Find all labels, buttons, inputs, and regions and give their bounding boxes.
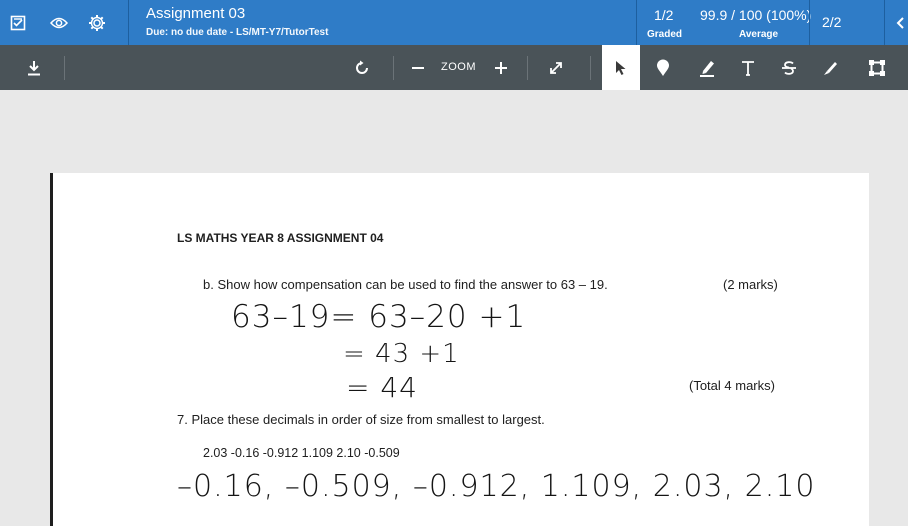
question-b-marks: (2 marks) (723, 277, 778, 292)
minus-icon (412, 66, 424, 69)
graded-count: 1/2 (654, 7, 674, 23)
pen-icon[interactable] (813, 45, 847, 90)
average-score: 99.9 / 100 (100%) (700, 7, 812, 23)
divider (128, 0, 129, 45)
assignment-due: Due: no due date - LS/MT-Y7/TutorTest (146, 27, 329, 38)
question-b: b. Show how compensation can be used to … (203, 277, 608, 292)
divider (636, 0, 637, 45)
divider (809, 0, 810, 45)
crop-icon[interactable] (860, 45, 894, 90)
annotation-toolbar: ZOOM (0, 45, 908, 90)
gear-icon[interactable] (82, 0, 112, 45)
handwritten-answer-line-1: 63–19= 63–20 +1 (231, 299, 527, 335)
total-marks: (Total 4 marks) (689, 378, 775, 393)
graded-label: Graded (647, 29, 683, 40)
handwritten-answer-line-2: = 43 +1 (343, 339, 460, 369)
strikethrough-icon[interactable] (772, 45, 806, 90)
expand-icon[interactable] (539, 45, 573, 90)
divider (64, 56, 65, 80)
prev-icon[interactable] (892, 0, 908, 45)
assignment-title: Assignment 03 (146, 5, 246, 22)
highlighter-icon[interactable] (690, 45, 724, 90)
submissions-icon[interactable] (3, 0, 33, 45)
text-icon[interactable] (731, 45, 765, 90)
question-7: 7. Place these decimals in order of size… (177, 412, 545, 427)
handwritten-answer-line-3: = 44 (346, 371, 418, 404)
document-heading: LS MATHS YEAR 8 ASSIGNMENT 04 (177, 231, 384, 245)
divider (884, 0, 885, 45)
divider (527, 56, 528, 80)
document-page[interactable]: LS MATHS YEAR 8 ASSIGNMENT 04 b. Show ho… (50, 173, 869, 526)
zoom-in-button[interactable] (484, 45, 518, 90)
zoom-out-button[interactable] (401, 45, 435, 90)
handwritten-answer-7: –0.16, –0.509, –0.912, 1.109, 2.03, 2.10 (177, 469, 816, 504)
divider (590, 56, 591, 80)
zoom-label: ZOOM (441, 61, 476, 73)
eye-icon[interactable] (44, 0, 74, 45)
header-bar: Assignment 03 Due: no due date - LS/MT-Y… (0, 0, 908, 45)
page-counter: 2/2 (822, 14, 842, 30)
decimals-list: 2.03 -0.16 -0.912 1.109 2.10 -0.509 (203, 446, 400, 460)
pointer-tool[interactable] (602, 45, 640, 90)
pin-icon[interactable] (646, 45, 680, 90)
divider (393, 56, 394, 80)
pointer-icon (616, 60, 626, 75)
plus-icon (495, 61, 507, 74)
download-icon[interactable] (17, 45, 51, 90)
rotate-icon[interactable] (345, 45, 379, 90)
average-label: Average (739, 29, 779, 40)
